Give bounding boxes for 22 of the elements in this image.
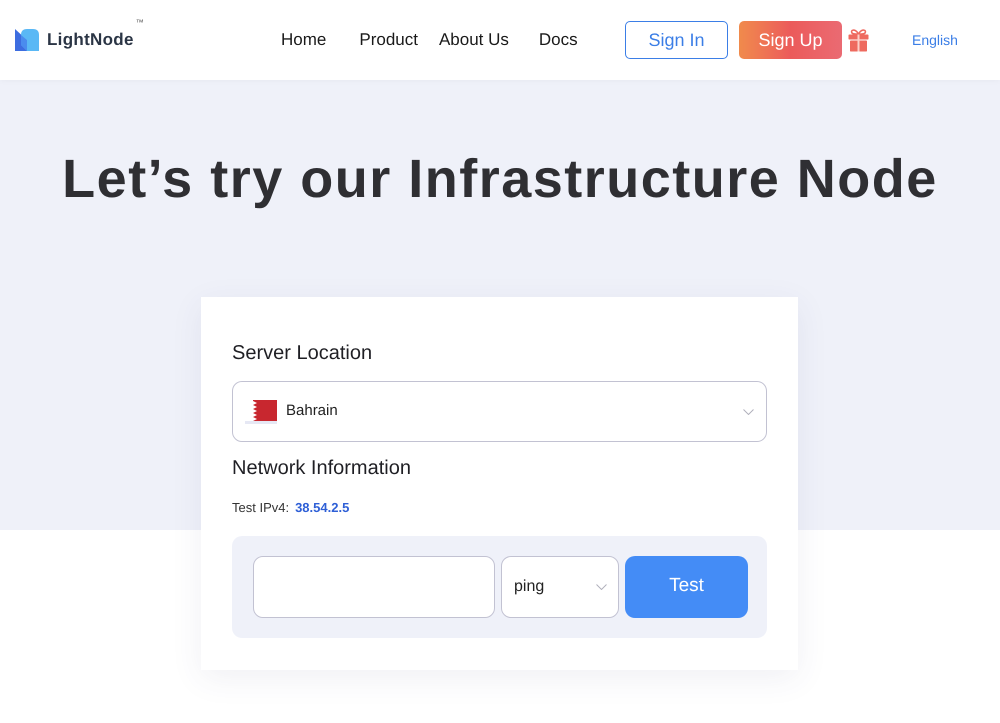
section-heading: Server Location bbox=[232, 341, 374, 366]
ipv4-value: 38.54.2.5 bbox=[295, 499, 350, 517]
method-select[interactable]: ping bbox=[501, 556, 619, 618]
location-value: Bahrain bbox=[286, 401, 338, 422]
nav-link[interactable]: Docs bbox=[538, 27, 578, 53]
section-heading: Network Information bbox=[232, 456, 412, 481]
sign-in-button[interactable]: Sign In bbox=[625, 21, 728, 59]
location-select[interactable]: Bahrain bbox=[232, 381, 767, 442]
nav-link[interactable]: Home bbox=[281, 27, 326, 53]
trademark-mark: ™ bbox=[136, 17, 144, 30]
logo-text[interactable]: LightNode bbox=[47, 27, 134, 53]
gift-icon[interactable] bbox=[848, 28, 869, 52]
logo-icon bbox=[15, 29, 39, 51]
host-input-field[interactable] bbox=[253, 556, 495, 618]
nav-link[interactable]: About Us bbox=[438, 27, 509, 53]
ipv4-label: Test IPv4: bbox=[232, 499, 290, 517]
chevron-down-icon bbox=[596, 584, 607, 590]
language-link[interactable]: English bbox=[912, 30, 958, 50]
bahrain-flag-icon bbox=[245, 400, 277, 424]
hero-title: Let’s try our Infrastructure Node bbox=[62, 148, 938, 211]
chevron-down-icon bbox=[743, 408, 754, 414]
nav-link[interactable]: Product bbox=[359, 27, 418, 53]
